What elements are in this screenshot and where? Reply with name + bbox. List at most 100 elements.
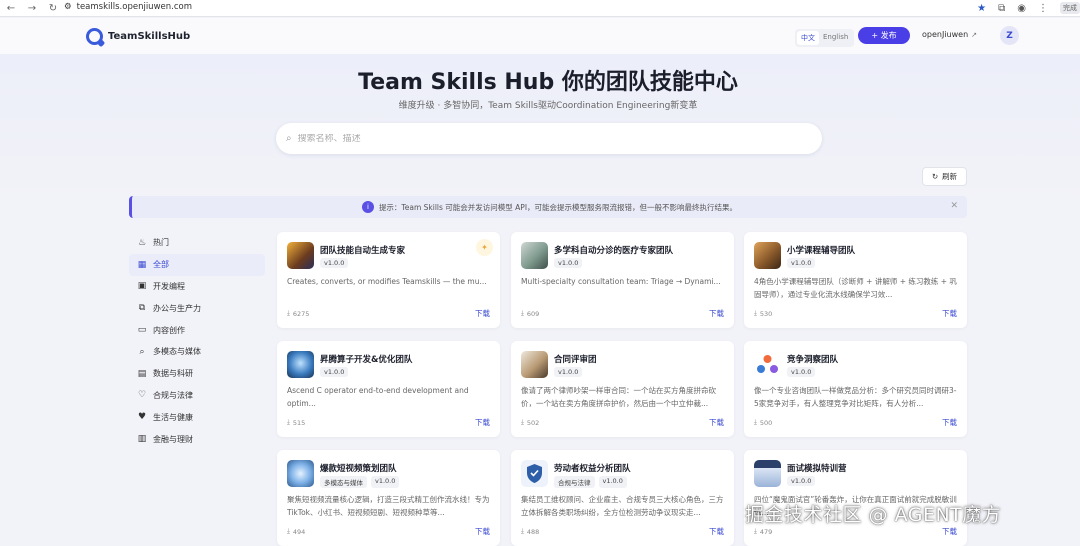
user-link-label: openJiuwen <box>922 30 969 39</box>
skill-tags: v1.0.0 <box>320 258 349 268</box>
skill-card[interactable]: 竞争洞察团队 v1.0.0 像一个专业咨询团队一样做竞品分析：多个研究员同时调研… <box>744 341 967 437</box>
extensions-icon[interactable]: ⧉ <box>998 3 1005 14</box>
download-button[interactable]: 下载 <box>709 526 724 537</box>
skill-card[interactable]: 劳动者权益分析团队 合规与法律 v1.0.0 集结员工维权顾问、企业雇主、合规专… <box>511 450 734 546</box>
search-input[interactable] <box>297 133 778 144</box>
download-icon: ⤓ <box>754 527 757 535</box>
download-icon: ⤓ <box>521 527 524 535</box>
network-icon <box>754 351 781 378</box>
skill-card[interactable]: 面试模拟特训营 v1.0.0 四位“魔鬼面试官”轮番轰炸，让你在真正面试前就完成… <box>744 450 967 546</box>
address-bar[interactable]: ⚙ teamskills.openjiuwen.com <box>64 2 192 12</box>
refresh-icon: ↻ <box>931 172 939 181</box>
download-count: ⤓ 530 <box>754 309 772 318</box>
download-count-value: 6275 <box>292 309 310 318</box>
book-icon: ▭ <box>137 325 147 336</box>
chip-icon: ▣ <box>137 281 147 292</box>
skill-card[interactable]: 团队技能自动生成专家 v1.0.0 ✦ Creates, converts, o… <box>277 232 500 328</box>
back-icon[interactable]: ← <box>5 3 17 14</box>
sidebar-item-hot[interactable]: ♨ 热门 <box>129 232 265 254</box>
download-button[interactable]: 下载 <box>942 417 957 428</box>
skill-card[interactable]: 合同评审团 v1.0.0 像请了两个律师吵架一样审合同：一个站在买方角度拼命砍价… <box>511 341 734 437</box>
download-count: ⤓ 6275 <box>287 309 309 318</box>
version-tag: v1.0.0 <box>320 367 349 377</box>
skill-title: 面试模拟特训营 <box>787 464 847 474</box>
version-tag: v1.0.0 <box>371 476 400 488</box>
download-button[interactable]: 下载 <box>475 526 490 537</box>
notice-text: 提示：Team Skills 可能会并发访问模型 API，可能会提示模型服务限流… <box>378 202 738 212</box>
pin-icon[interactable]: ✦ <box>476 239 493 256</box>
shield-icon: ♡ <box>137 390 147 401</box>
menu-icon[interactable]: ⋮ <box>1038 3 1048 14</box>
sidebar-item-label: 开发编程 <box>153 281 185 291</box>
download-count-value: 479 <box>759 527 773 536</box>
skill-thumbnail <box>287 460 314 487</box>
skill-card[interactable]: 多学科自动分诊的医疗专家团队 v1.0.0 Multi-specialty co… <box>511 232 734 328</box>
sidebar-item-legal[interactable]: ♡ 合规与法律 <box>129 385 265 407</box>
download-button[interactable]: 下载 <box>942 526 957 537</box>
browser-nav: ← → ↻ <box>5 3 59 14</box>
sidebar-item-office[interactable]: ⧉ 办公与生产力 <box>129 297 265 319</box>
search-icon: ⌕ <box>139 346 145 357</box>
download-button[interactable]: 下载 <box>709 308 724 319</box>
close-icon[interactable]: ✕ <box>950 201 958 211</box>
download-button[interactable]: 下载 <box>475 308 490 319</box>
skill-thumbnail <box>754 242 781 269</box>
download-count-value: 488 <box>526 527 540 536</box>
skill-tags: v1.0.0 <box>787 476 816 486</box>
sidebar-item-data[interactable]: ▤ 数据与科研 <box>129 363 265 385</box>
shield-icon <box>521 460 548 487</box>
sidebar-item-content[interactable]: ▭ 内容创作 <box>129 319 265 341</box>
sidebar-item-dev[interactable]: ▣ 开发编程 <box>129 276 265 298</box>
skill-thumbnail <box>521 351 548 378</box>
sidebar-item-label: 金融与理财 <box>153 434 193 444</box>
sidebar-item-all[interactable]: ▦ 全部 <box>129 253 265 276</box>
publish-button[interactable]: + 发布 <box>858 27 910 44</box>
download-button[interactable]: 下载 <box>709 417 724 428</box>
skill-tags: v1.0.0 <box>554 367 583 377</box>
skill-title: 竞争洞察团队 <box>787 355 839 365</box>
sidebar-item-label: 多模态与媒体 <box>153 347 201 357</box>
watermark-text: 掘金技术社区 @ AGENT魔方 <box>745 504 1002 526</box>
version-tag: v1.0.0 <box>787 367 816 377</box>
download-count: ⤓ 488 <box>521 527 539 536</box>
download-button[interactable]: 下载 <box>475 417 490 428</box>
avatar[interactable]: Z <box>1000 26 1019 45</box>
download-count-value: 494 <box>292 527 306 536</box>
download-icon: ⤓ <box>287 527 290 535</box>
download-icon: ⤓ <box>521 418 524 426</box>
category-tag: 多模态与媒体 <box>320 476 367 488</box>
reload-icon[interactable]: ↻ <box>47 3 59 14</box>
sidebar-item-media[interactable]: ⌕ 多模态与媒体 <box>129 341 265 363</box>
skill-card[interactable]: 昇腾算子开发&优化团队 v1.0.0 Ascend C operator end… <box>277 341 500 437</box>
brand-logo[interactable]: TeamSkillsHub <box>86 28 190 45</box>
skill-thumbnail <box>521 242 548 269</box>
lang-zh-button[interactable]: 中文 <box>797 31 819 45</box>
category-tag: 合规与法律 <box>554 476 595 488</box>
sidebar-item-health[interactable]: ♥ 生活与健康 <box>129 406 265 428</box>
refresh-button[interactable]: ↻ 刷新 <box>922 167 967 186</box>
version-tag: v1.0.0 <box>787 476 816 486</box>
site-info-icon[interactable]: ⚙ <box>64 2 72 12</box>
sidebar-item-label: 内容创作 <box>153 325 185 335</box>
download-count: ⤓ 515 <box>287 418 305 427</box>
brand-name: TeamSkillsHub <box>108 31 191 42</box>
done-button[interactable]: 完成 <box>1060 2 1080 14</box>
sidebar-item-label: 生活与健康 <box>153 412 193 422</box>
skill-card[interactable]: 爆款短视频策划团队 多模态与媒体 v1.0.0 聚焦短视频流量核心逻辑，打造三段… <box>277 450 500 546</box>
download-count: ⤓ 609 <box>521 309 539 318</box>
download-button[interactable]: 下载 <box>942 308 957 319</box>
download-count-value: 530 <box>759 309 773 318</box>
lang-en-button[interactable]: English <box>819 31 852 45</box>
skill-thumbnail <box>287 242 314 269</box>
browser-actions: ★ ⧉ ◉ ⋮ 完成 <box>977 2 1080 14</box>
profile-icon[interactable]: ◉ <box>1017 3 1026 14</box>
sidebar-item-finance[interactable]: ▥ 金融与理财 <box>129 428 265 450</box>
skill-card[interactable]: 小学课程辅导团队 v1.0.0 4角色小学课程辅导团队（诊断师 + 讲解师 + … <box>744 232 967 328</box>
language-switch: 中文 English <box>795 29 855 47</box>
skill-description: 集结员工维权顾问、企业雇主、合规专员三大核心角色，三方立体拆解各类职场纠纷，全方… <box>521 495 724 517</box>
bookmark-star-icon[interactable]: ★ <box>977 3 986 14</box>
sidebar-item-label: 热门 <box>153 238 169 248</box>
forward-icon[interactable]: → <box>26 3 38 14</box>
heart-icon: ♥ <box>137 412 147 423</box>
user-link[interactable]: openJiuwen ↗ <box>922 30 977 39</box>
